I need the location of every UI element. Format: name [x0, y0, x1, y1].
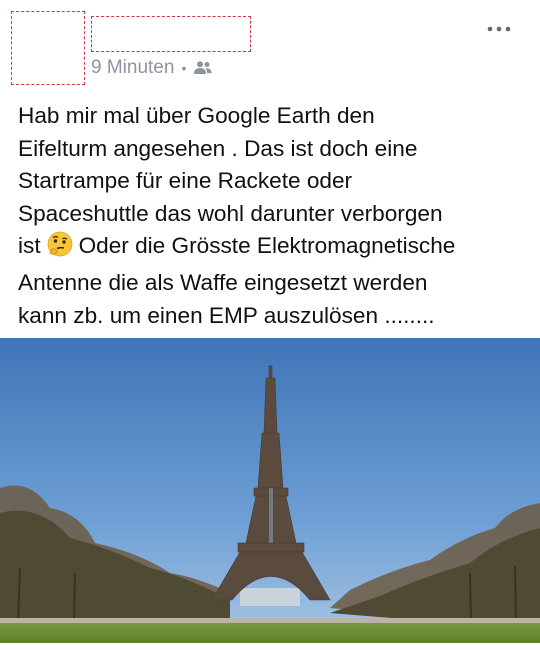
- post-text-fragment: ist: [18, 233, 41, 259]
- post-text-line: Antenne die als Waffe eingesetzt werden: [18, 269, 428, 295]
- friends-icon[interactable]: [193, 60, 213, 76]
- post-text-line-with-emoji: ist Oder die Grösste Elektromagnetische: [18, 230, 533, 267]
- meta-separator: •: [181, 60, 187, 76]
- post-text-line: Hab mir mal über Google Earth den: [18, 103, 375, 128]
- post-text-line: kann zb. um einen EMP auszulösen .......…: [18, 302, 435, 328]
- post-text: Hab mir mal über Google Earth den Eifelt…: [18, 100, 533, 332]
- author-avatar-redacted[interactable]: [11, 11, 85, 85]
- post-text-line: Eifelturm angesehen . Das ist doch eine: [18, 135, 418, 161]
- post-meta: 9 Minuten •: [91, 57, 213, 79]
- thinking-face-emoji: [45, 231, 75, 267]
- post-text-line: Spaceshuttle das wohl darunter verborgen: [18, 200, 443, 226]
- more-options-icon[interactable]: [486, 22, 514, 36]
- post-timestamp[interactable]: 9 Minuten: [91, 57, 174, 79]
- post-text-line: Startrampe für eine Rackete oder: [18, 168, 353, 194]
- author-name-redacted[interactable]: [91, 16, 251, 52]
- post-text-fragment: Oder die Grösste Elektromagnetische: [78, 233, 456, 259]
- post-bottom-edge: [0, 643, 540, 650]
- eiffel-tower-photo[interactable]: [0, 338, 540, 643]
